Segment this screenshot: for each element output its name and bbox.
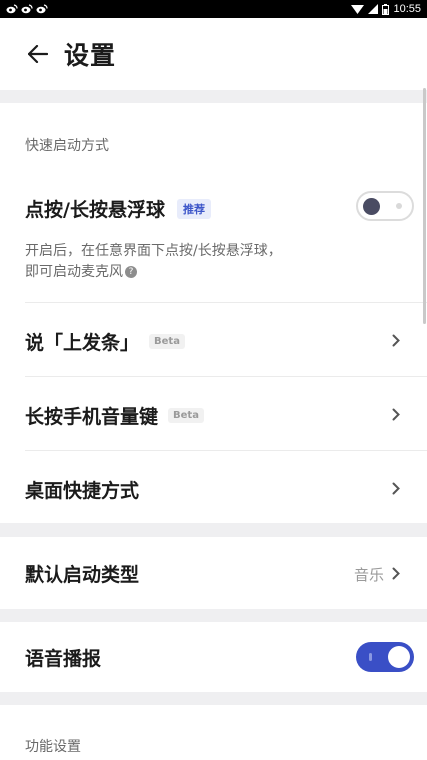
voice-command-label: 说「上发条」 bbox=[25, 332, 140, 354]
volume-key-label: 长按手机音量键 bbox=[25, 406, 159, 428]
divider bbox=[25, 450, 427, 451]
floating-ball-label: 点按/长按悬浮球 bbox=[25, 199, 165, 221]
status-time: 10:55 bbox=[393, 3, 421, 15]
help-icon[interactable]: ? bbox=[125, 266, 137, 278]
volume-key-row[interactable]: 长按手机音量键 Beta bbox=[25, 402, 204, 429]
floating-ball-toggle[interactable] bbox=[356, 191, 414, 221]
voice-broadcast-toggle[interactable] bbox=[356, 642, 414, 672]
scrollbar[interactable] bbox=[423, 88, 426, 324]
desktop-shortcut-row[interactable]: 桌面快捷方式 bbox=[25, 476, 139, 503]
notification-icons bbox=[6, 4, 48, 14]
quick-launch-section-title: 快速启动方式 bbox=[25, 138, 109, 154]
toggle-knob bbox=[363, 198, 380, 215]
toggle-off-indicator bbox=[396, 203, 402, 209]
weibo-notification-icon bbox=[21, 4, 33, 14]
weibo-notification-icon bbox=[6, 4, 18, 14]
status-bar: 10:55 bbox=[0, 0, 427, 18]
divider bbox=[25, 302, 427, 303]
floating-ball-row: 点按/长按悬浮球 推荐 bbox=[25, 195, 211, 222]
beta-badge: Beta bbox=[149, 334, 185, 349]
floating-ball-description: 开启后，在任意界面下点按/长按悬浮球， 即可启动麦克风? bbox=[25, 241, 355, 283]
signal-icon bbox=[368, 4, 379, 14]
voice-broadcast-label: 语音播报 bbox=[25, 648, 102, 670]
chevron-right-icon bbox=[390, 404, 402, 424]
divider bbox=[25, 376, 427, 377]
desktop-shortcut-label: 桌面快捷方式 bbox=[25, 480, 140, 502]
page-title: 设置 bbox=[64, 41, 117, 70]
description-line-1: 开启后，在任意界面下点按/长按悬浮球， bbox=[25, 243, 282, 259]
back-button[interactable] bbox=[22, 38, 54, 70]
beta-badge: Beta bbox=[168, 408, 204, 423]
quick-launch-card: 快速启动方式 点按/长按悬浮球 推荐 开启后，在任意界面下点按/长按悬浮球， 即… bbox=[0, 103, 427, 523]
chevron-right-icon bbox=[390, 330, 402, 350]
default-launch-card[interactable]: 默认启动类型 音乐 bbox=[0, 537, 427, 609]
battery-icon bbox=[382, 3, 390, 15]
default-launch-value: 音乐 bbox=[353, 566, 384, 584]
function-settings-card: 功能设置 bbox=[0, 705, 427, 760]
chevron-right-icon bbox=[390, 563, 402, 583]
weibo-notification-icon bbox=[36, 4, 48, 14]
chevron-right-icon bbox=[390, 478, 402, 498]
wifi-icon bbox=[351, 4, 365, 14]
toggle-on-indicator bbox=[369, 653, 372, 661]
toggle-knob bbox=[388, 646, 410, 668]
app-header: 设置 bbox=[0, 18, 427, 90]
voice-broadcast-card: 语音播报 bbox=[0, 622, 427, 692]
function-settings-section-title: 功能设置 bbox=[25, 739, 81, 755]
default-launch-label: 默认启动类型 bbox=[25, 564, 140, 586]
description-line-2: 即可启动麦克风 bbox=[25, 264, 123, 280]
recommended-badge: 推荐 bbox=[176, 198, 211, 219]
voice-command-row[interactable]: 说「上发条」 Beta bbox=[25, 328, 185, 355]
arrow-left-icon bbox=[28, 45, 48, 63]
